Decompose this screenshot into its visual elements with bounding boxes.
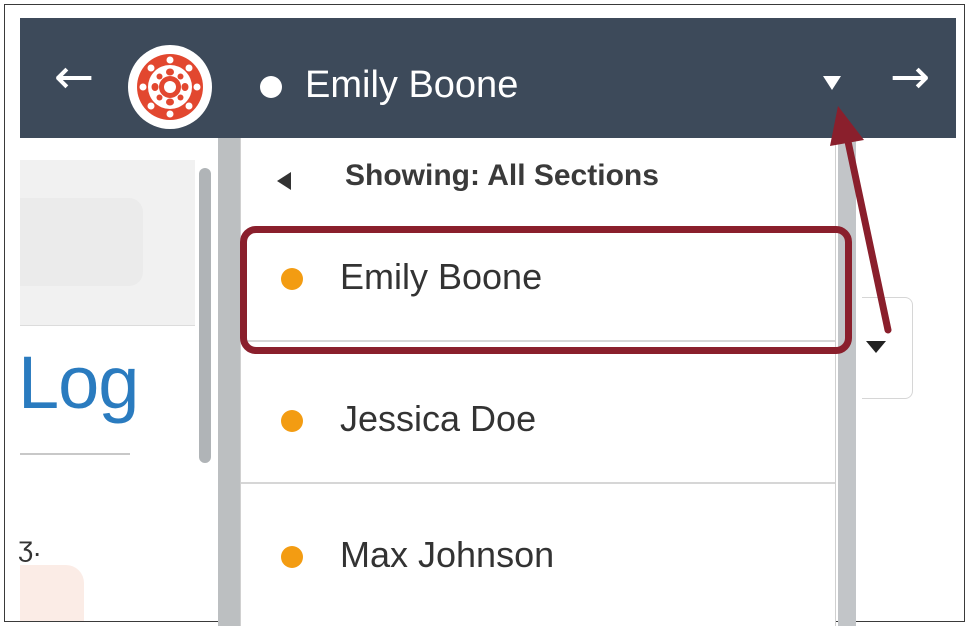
page-heading-fragment: Log bbox=[18, 341, 139, 424]
student-status-dot bbox=[260, 76, 282, 98]
menu-item-max-johnson[interactable]: Max Johnson bbox=[241, 496, 835, 620]
menu-item-label: Max Johnson bbox=[340, 534, 555, 575]
student-navigation-bar: ← Emily Boone → bbox=[20, 18, 956, 138]
menu-item-jessica-doe[interactable]: Jessica Doe bbox=[241, 360, 835, 484]
previous-student-arrow-icon[interactable]: ← bbox=[44, 52, 104, 102]
menu-panel: Showing: All Sections Emily Boone Jessic… bbox=[240, 138, 836, 626]
row-divider bbox=[241, 482, 835, 484]
canvas-logo-icon bbox=[128, 45, 212, 129]
heading-divider bbox=[20, 453, 130, 455]
student-dropdown-menu: Showing: All Sections Emily Boone Jessic… bbox=[218, 138, 858, 626]
menu-left-track bbox=[218, 138, 240, 626]
student-dot-icon bbox=[281, 410, 303, 432]
next-student-arrow-icon[interactable]: → bbox=[880, 52, 940, 102]
sections-filter-label: Showing: All Sections bbox=[345, 159, 659, 192]
page-peach-block bbox=[20, 565, 84, 621]
highlight-box bbox=[240, 226, 852, 354]
menu-item-label: Jessica Doe bbox=[340, 398, 537, 439]
page-scrollbar[interactable] bbox=[199, 168, 211, 463]
student-dot-icon bbox=[281, 546, 303, 568]
page-text-fragment: ʒ. bbox=[18, 531, 42, 562]
menu-header-showing-sections[interactable]: Showing: All Sections bbox=[241, 138, 835, 218]
student-dropdown-caret-icon[interactable] bbox=[823, 76, 841, 90]
triangle-left-icon[interactable] bbox=[277, 172, 291, 190]
current-student-name[interactable]: Emily Boone bbox=[305, 60, 518, 110]
chevron-down-icon[interactable] bbox=[866, 341, 886, 353]
menu-scrollbar[interactable] bbox=[838, 138, 856, 626]
page-card-inner bbox=[20, 198, 143, 286]
